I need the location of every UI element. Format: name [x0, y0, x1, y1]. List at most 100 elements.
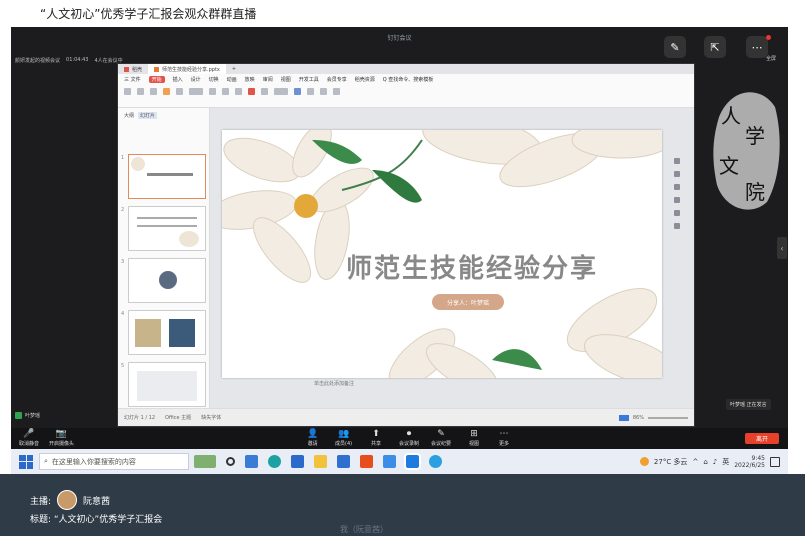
invite-button[interactable]: 👤 邀请: [307, 429, 319, 448]
windows-start-icon[interactable]: [19, 454, 33, 469]
menu-file[interactable]: 三 文件: [124, 76, 141, 83]
office-icon[interactable]: [360, 455, 373, 468]
missing-fonts[interactable]: 缺失字体: [201, 414, 221, 421]
menu-docer[interactable]: 稻壳资源: [355, 76, 375, 83]
properties-icon[interactable]: [674, 158, 680, 164]
search-placeholder: 在这里输入你要搜索的内容: [51, 457, 136, 466]
current-slide[interactable]: 师范生技能经验分享 分享人：叶梦瑶: [222, 130, 662, 378]
format-painter-icon[interactable]: [150, 88, 157, 95]
slide-title: 师范生技能经验分享: [345, 254, 598, 284]
chevron-left-icon[interactable]: ‹: [777, 237, 787, 259]
volume-icon[interactable]: ♪: [713, 458, 717, 466]
app-icon[interactable]: [429, 455, 442, 468]
tab-pptx-file[interactable]: 师范生技能经验分享.pptx: [148, 64, 226, 74]
camera-icon: 📷: [55, 429, 68, 439]
tab-slides[interactable]: 幻灯片: [138, 112, 158, 119]
notes-area[interactable]: 单击此处添加备注: [314, 380, 354, 387]
new-tab-button[interactable]: +: [226, 64, 242, 74]
bold-icon[interactable]: [209, 88, 216, 95]
weather-widget-icon[interactable]: [194, 455, 216, 468]
store-icon[interactable]: [291, 455, 304, 468]
annotate-icon[interactable]: ✎: [664, 36, 686, 58]
shape-style-icon[interactable]: [674, 184, 680, 190]
more-options-icon[interactable]: ⋯: [746, 36, 768, 58]
leave-button[interactable]: 离开: [745, 433, 779, 444]
minutes-button[interactable]: ✎ 会议纪要: [431, 429, 451, 448]
paste-icon[interactable]: [124, 88, 131, 95]
menu-design[interactable]: 设计: [191, 76, 201, 83]
outline-tabs: 大纲 幻灯片: [118, 108, 209, 123]
new-slide-icon[interactable]: [163, 88, 170, 95]
avatar[interactable]: [57, 490, 78, 510]
slide-counter: 幻灯片 1 / 12: [124, 415, 155, 421]
zoom-level[interactable]: 86%: [633, 415, 644, 421]
page-title: “人文初心”优秀学子汇报会观众群群直播: [40, 6, 257, 21]
slide-thumb[interactable]: 3: [121, 258, 206, 303]
menu-view[interactable]: 视图: [281, 76, 291, 83]
menu-devtools[interactable]: 开发工具: [299, 76, 319, 83]
ime-indicator[interactable]: 英: [722, 457, 729, 467]
font-select[interactable]: [189, 88, 203, 95]
popout-icon[interactable]: ⇱: [704, 36, 726, 58]
network-icon[interactable]: ⌂: [703, 458, 707, 466]
host-name: 阮意茜: [83, 496, 111, 507]
backup-icon[interactable]: [674, 197, 680, 203]
task-view-icon[interactable]: [226, 457, 235, 466]
menu-review[interactable]: 审阅: [263, 76, 273, 83]
slide-thumb[interactable]: 1: [121, 154, 206, 199]
chevron-up-icon[interactable]: ^: [692, 458, 698, 466]
settings-icon[interactable]: [674, 223, 680, 229]
weather-text[interactable]: 27°C 多云: [654, 457, 688, 467]
slideshow-icon[interactable]: [618, 414, 629, 421]
invite-icon: 👤: [307, 429, 319, 439]
menu-transition[interactable]: 切换: [209, 76, 219, 83]
tab-docer[interactable]: 稻壳: [118, 64, 148, 74]
members-button[interactable]: 👥 成员(4): [335, 430, 352, 448]
more-button[interactable]: ⋯ 更多: [499, 430, 509, 448]
fullscreen-button[interactable]: 全屏: [766, 55, 776, 62]
animation-icon[interactable]: [674, 171, 680, 177]
clock[interactable]: 9:45 2022/6/25: [734, 455, 765, 469]
menu-start[interactable]: 开始: [148, 76, 165, 83]
cut-icon[interactable]: [137, 88, 144, 95]
share-button[interactable]: ⬆ 共享: [371, 430, 381, 448]
edge-icon[interactable]: [268, 455, 281, 468]
view-button[interactable]: ⊞ 视图: [469, 430, 479, 448]
task-switcher-icon[interactable]: [245, 455, 258, 468]
help-icon[interactable]: [674, 210, 680, 216]
menu-insert[interactable]: 插入: [173, 76, 183, 83]
camera-button[interactable]: 📷 开启摄像头: [49, 429, 74, 448]
italic-icon[interactable]: [222, 88, 229, 95]
dingtalk-meeting-icon[interactable]: [404, 453, 421, 470]
slide-thumb-number: 3: [121, 259, 125, 265]
tab-outline[interactable]: 大纲: [124, 112, 134, 119]
weather-icon: [639, 457, 649, 466]
find-icon[interactable]: [320, 88, 327, 95]
menu-slideshow[interactable]: 放映: [245, 76, 255, 83]
record-button[interactable]: ⏺ 会议录制: [399, 430, 419, 448]
svg-text:学: 学: [745, 124, 765, 148]
mail-icon[interactable]: [337, 455, 350, 468]
select-icon[interactable]: [333, 88, 340, 95]
shape-icon[interactable]: [294, 88, 301, 95]
dingtalk-icon[interactable]: [383, 455, 396, 468]
menu-member[interactable]: 会员专享: [327, 76, 347, 83]
underline-icon[interactable]: [235, 88, 242, 95]
slide-thumb-number: 1: [121, 155, 125, 161]
slide-thumb[interactable]: 4: [121, 310, 206, 355]
file-explorer-icon[interactable]: [314, 455, 327, 468]
arrange-icon[interactable]: [307, 88, 314, 95]
font-color-icon[interactable]: [248, 88, 255, 95]
zoom-slider[interactable]: [648, 416, 688, 419]
unmute-button[interactable]: 🎤 取消静音: [19, 430, 39, 448]
minutes-icon: ✎: [437, 429, 445, 439]
slide-thumb[interactable]: 2: [121, 206, 206, 251]
menu-animation[interactable]: 动画: [227, 76, 237, 83]
slide-thumb[interactable]: 5: [121, 362, 206, 407]
textbox-icon[interactable]: [274, 88, 288, 95]
notification-icon[interactable]: [770, 456, 780, 467]
taskbar-search[interactable]: ⌕ 在这里输入你要搜索的内容: [39, 453, 189, 470]
align-icon[interactable]: [261, 88, 268, 95]
menu-search[interactable]: Q 查找命令、搜索模板: [383, 76, 434, 83]
layout-icon[interactable]: [176, 88, 183, 95]
